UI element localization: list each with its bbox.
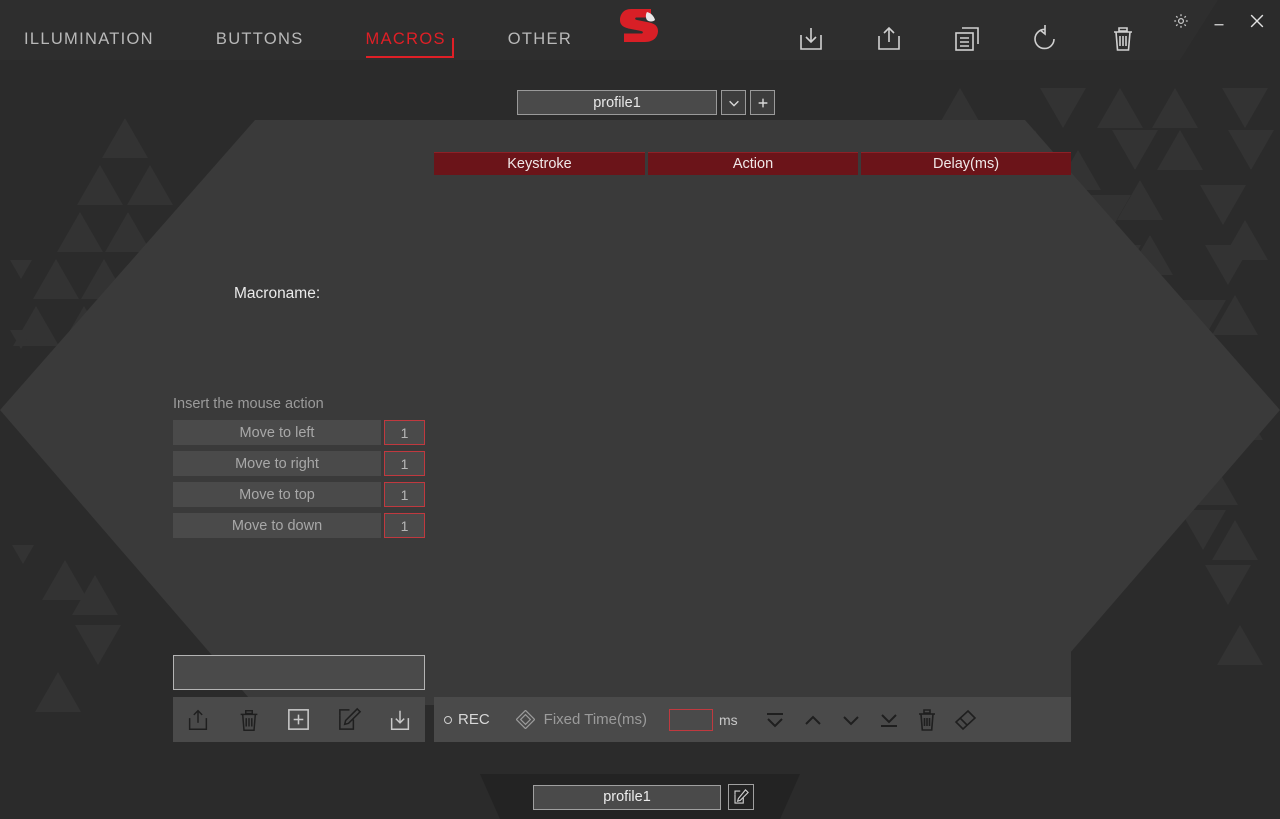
diamond-icon: [516, 710, 535, 729]
reset-icon[interactable]: [1024, 18, 1066, 60]
macro-panel-toolbar: [173, 697, 425, 742]
move-to-top-input[interactable]: 1: [384, 482, 425, 507]
record-label: REC: [458, 711, 490, 728]
tab-illumination[interactable]: ILLUMINATION: [24, 30, 154, 49]
export-macro-icon[interactable]: [181, 703, 215, 737]
main-navigation-tabs: ILLUMINATION BUTTONS MACROS OTHER: [24, 30, 572, 49]
delete-icon[interactable]: [1102, 18, 1144, 60]
gear-icon[interactable]: [1168, 8, 1194, 34]
top-bar: ILLUMINATION BUTTONS MACROS OTHER: [0, 0, 1280, 60]
profile-selector: profile1: [517, 90, 775, 115]
move-to-bottom-icon[interactable]: [870, 701, 908, 739]
macro-table-body[interactable]: [434, 175, 1071, 697]
window-controls: [1168, 8, 1270, 34]
close-icon[interactable]: [1244, 8, 1270, 34]
move-to-top-icon[interactable]: [756, 701, 794, 739]
plus-icon[interactable]: [750, 90, 775, 115]
delete-row-icon[interactable]: [908, 701, 946, 739]
s-logo: [617, 3, 663, 48]
column-header-keystroke: Keystroke: [434, 152, 645, 175]
macro-table-header: Keystroke Action Delay(ms): [434, 152, 1071, 175]
fixed-time-input[interactable]: [669, 709, 713, 731]
fixed-time-toggle[interactable]: Fixed Time(ms): [516, 710, 647, 729]
move-up-icon[interactable]: [794, 701, 832, 739]
move-to-left-button[interactable]: Move to left: [173, 420, 381, 445]
bottom-profile-group: profile1: [533, 784, 754, 810]
move-to-top-button[interactable]: Move to top: [173, 482, 381, 507]
list-item: Move to right 1: [173, 451, 425, 476]
export-icon[interactable]: [868, 18, 910, 60]
erase-icon[interactable]: [946, 701, 984, 739]
tab-macros[interactable]: MACROS: [366, 30, 446, 49]
pencil-icon[interactable]: [728, 784, 754, 810]
tab-buttons[interactable]: BUTTONS: [216, 30, 304, 49]
ms-unit-label: ms: [719, 712, 738, 728]
mouse-action-list: Move to left 1 Move to right 1 Move to t…: [173, 420, 425, 544]
delete-macro-icon[interactable]: [232, 703, 266, 737]
record-button[interactable]: REC: [444, 711, 490, 728]
add-macro-icon[interactable]: [282, 703, 316, 737]
import-icon[interactable]: [790, 18, 832, 60]
insert-mouse-action-label: Insert the mouse action: [173, 396, 324, 412]
column-header-delay: Delay(ms): [861, 152, 1071, 175]
edit-macro-icon[interactable]: [332, 703, 366, 737]
record-indicator-icon: [444, 716, 452, 724]
move-to-right-button[interactable]: Move to right: [173, 451, 381, 476]
move-to-right-input[interactable]: 1: [384, 451, 425, 476]
list-item: Move to top 1: [173, 482, 425, 507]
bottom-profile-input[interactable]: profile1: [533, 785, 721, 810]
move-to-down-button[interactable]: Move to down: [173, 513, 381, 538]
macro-table: Keystroke Action Delay(ms) REC Fixed Tim…: [434, 152, 1071, 742]
tab-other[interactable]: OTHER: [508, 30, 572, 49]
chevron-down-icon[interactable]: [721, 90, 746, 115]
list-item: Move to down 1: [173, 513, 425, 538]
macroname-label: Macroname:: [234, 285, 320, 303]
profile-input[interactable]: profile1: [517, 90, 717, 115]
macro-name-input[interactable]: [173, 655, 425, 690]
import-macro-icon[interactable]: [383, 703, 417, 737]
move-to-down-input[interactable]: 1: [384, 513, 425, 538]
list-item: Move to left 1: [173, 420, 425, 445]
move-down-icon[interactable]: [832, 701, 870, 739]
macro-table-toolbar: REC Fixed Time(ms) ms: [434, 697, 1071, 742]
fixed-time-label: Fixed Time(ms): [544, 711, 647, 728]
copy-icon[interactable]: [946, 18, 988, 60]
minimize-icon[interactable]: [1206, 8, 1232, 34]
app-window: ILLUMINATION BUTTONS MACROS OTHER: [0, 0, 1280, 819]
header-toolbar: [790, 18, 1144, 60]
column-header-action: Action: [648, 152, 858, 175]
bottom-bar: profile1: [0, 760, 1280, 819]
move-to-left-input[interactable]: 1: [384, 420, 425, 445]
